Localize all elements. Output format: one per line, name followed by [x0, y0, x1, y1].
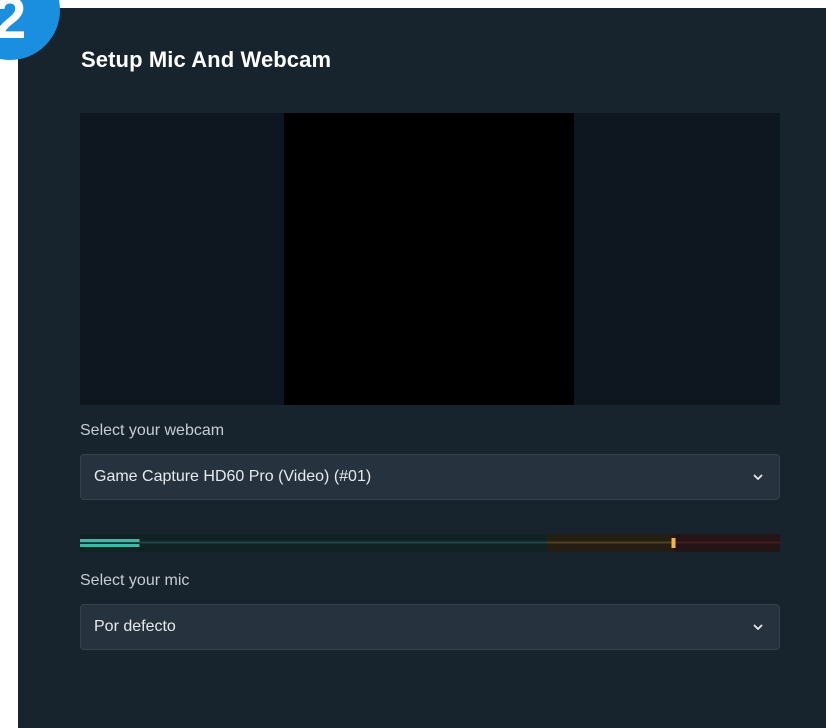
webcam-select-value: Game Capture HD60 Pro (Video) (#01) — [94, 468, 372, 485]
meter-level-bar — [80, 539, 140, 542]
screen: Setup Mic And Webcam Select your webcam … — [0, 0, 826, 728]
step-number: 2 — [0, 0, 27, 51]
webcam-select-label: Select your webcam — [80, 422, 225, 439]
webcam-feed — [284, 113, 574, 405]
meter-track-low — [80, 541, 547, 544]
meter-peak-indicator — [671, 538, 676, 548]
meter-track-mid — [547, 541, 674, 544]
chevron-down-icon — [753, 474, 763, 480]
setup-panel: Setup Mic And Webcam Select your webcam … — [18, 8, 826, 728]
webcam-preview — [80, 113, 780, 405]
mic-select-label: Select your mic — [80, 572, 190, 589]
webcam-select[interactable]: Game Capture HD60 Pro (Video) (#01) — [80, 454, 780, 500]
mic-level-meter — [80, 534, 780, 552]
meter-level-bar — [80, 544, 140, 547]
panel-title: Setup Mic And Webcam — [81, 47, 332, 72]
mic-select[interactable]: Por defecto — [80, 604, 780, 650]
meter-track-high — [674, 541, 780, 544]
chevron-down-icon — [753, 624, 763, 630]
mic-select-value: Por defecto — [94, 618, 176, 635]
